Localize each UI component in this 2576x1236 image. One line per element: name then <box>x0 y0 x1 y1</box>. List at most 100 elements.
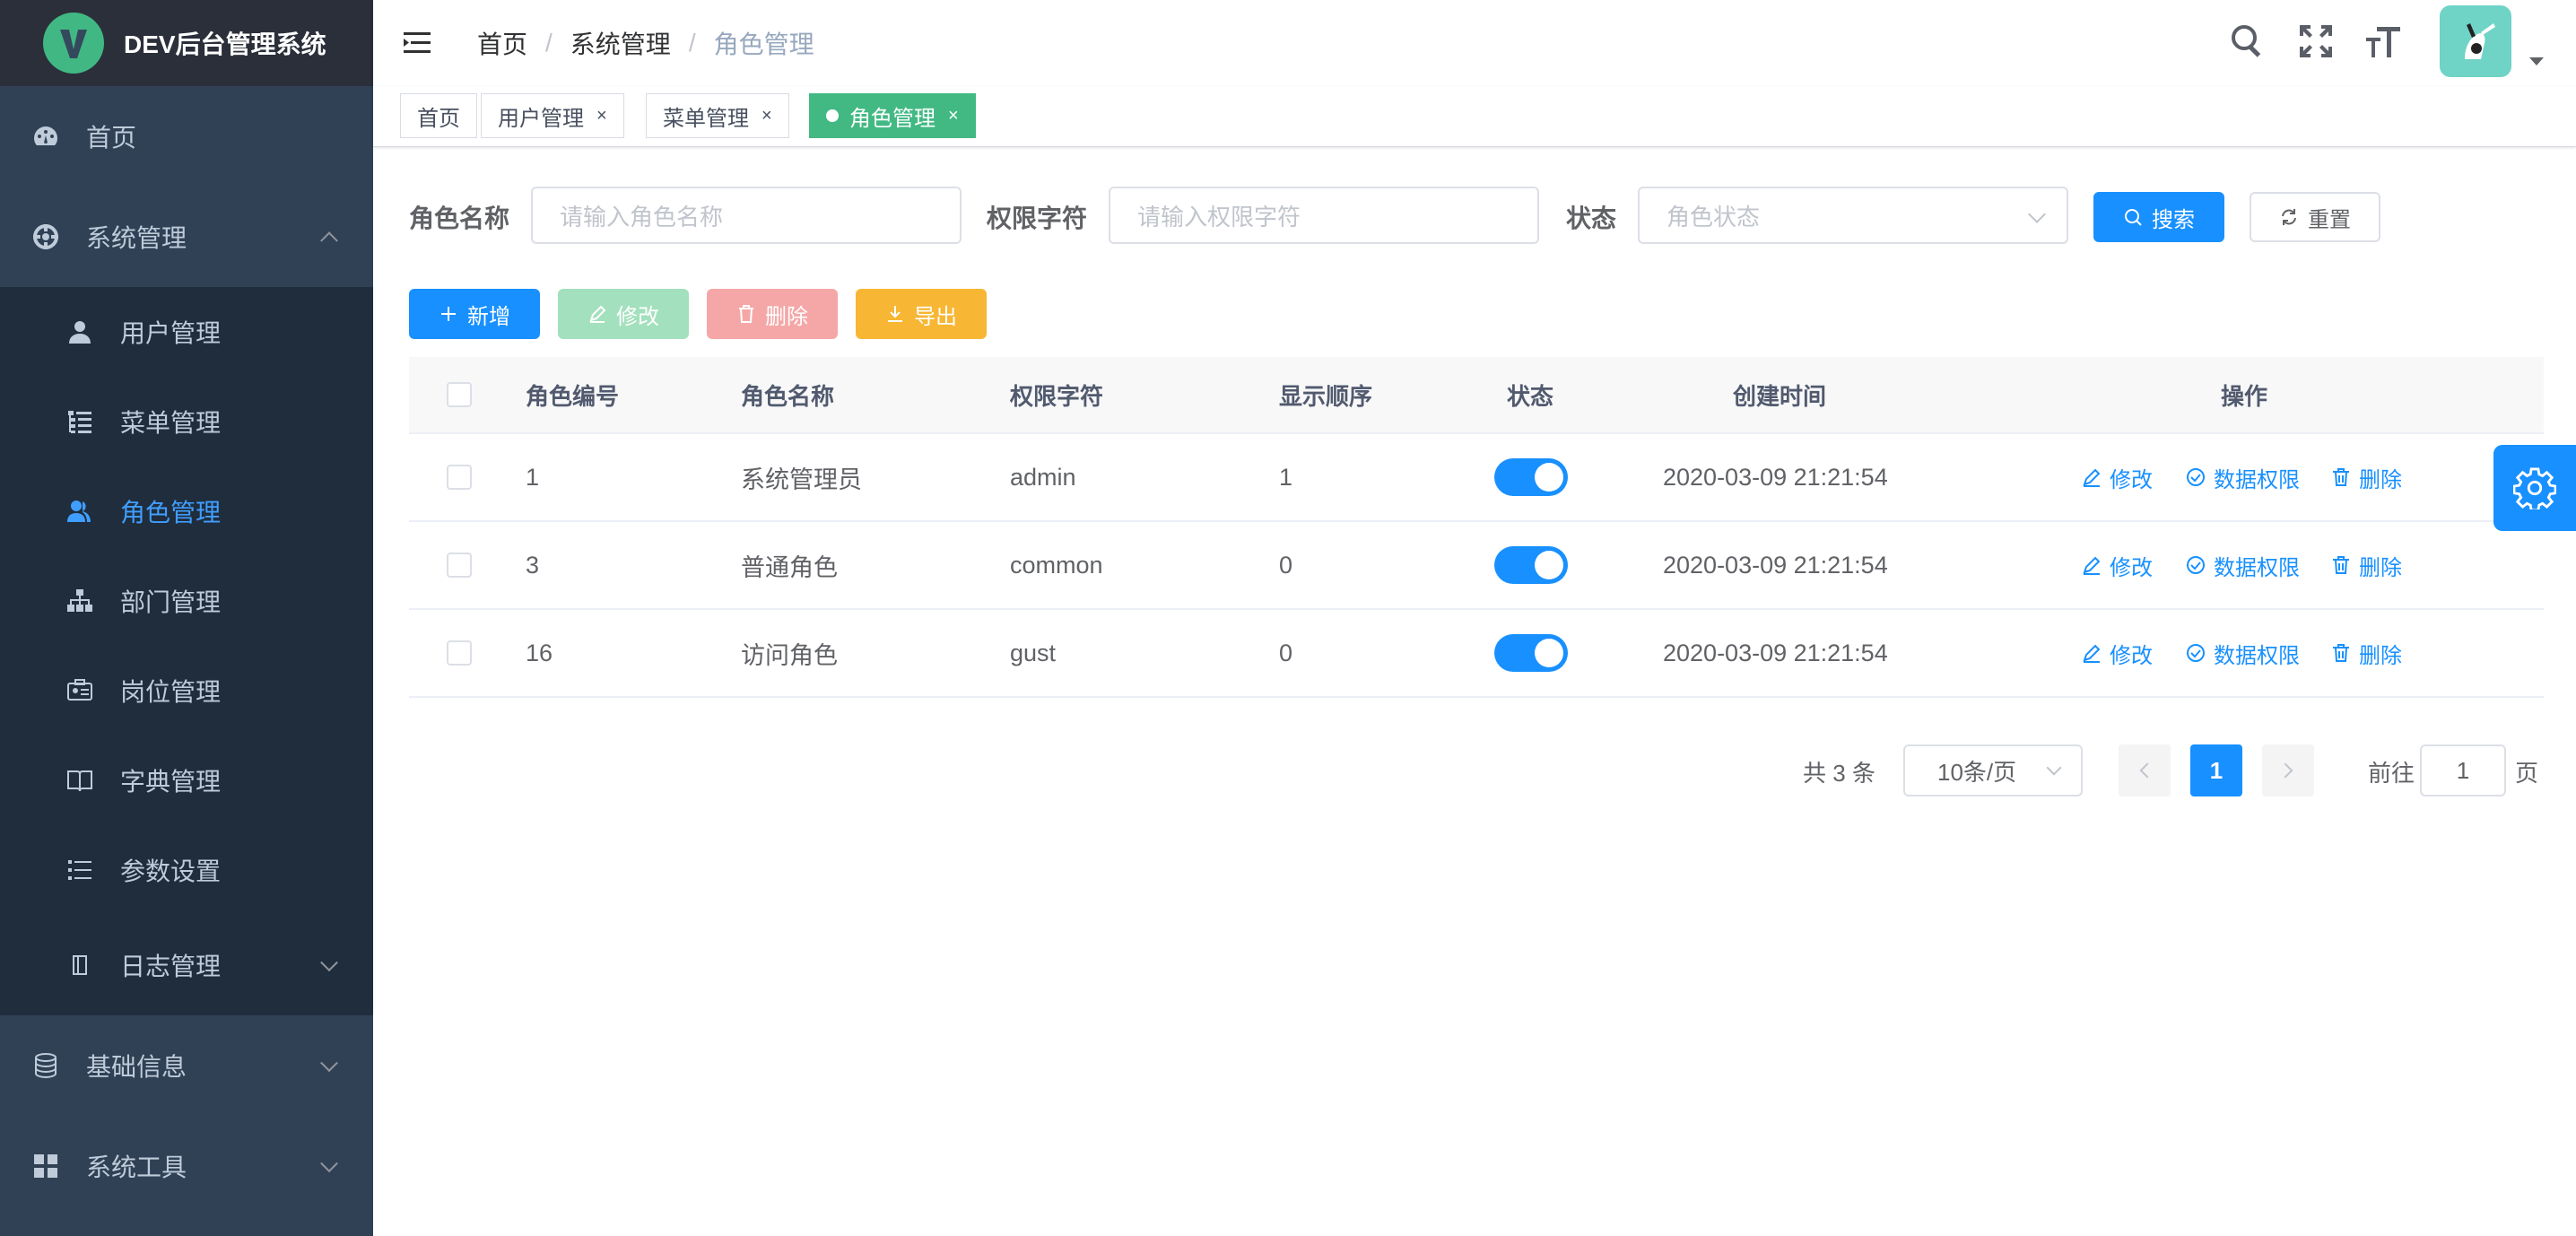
tags-view: 首页 用户管理 × 菜单管理 × 角色管理 × <box>373 86 2576 147</box>
tag-role[interactable]: 角色管理 × <box>809 93 976 138</box>
role-id: 3 <box>526 551 540 579</box>
breadcrumb-separator: / <box>688 29 696 57</box>
plus-icon <box>441 307 456 321</box>
status-switch[interactable] <box>1494 546 1568 584</box>
trash-icon <box>2333 468 2349 486</box>
role-name-label: 角色名称 <box>409 205 510 232</box>
role-key-placeholder: 请输入权限字符 <box>1137 203 1301 231</box>
row-edit-link[interactable]: 修改 <box>2081 550 2153 581</box>
goto-label: 前往 <box>2368 760 2415 787</box>
tag-label: 角色管理 <box>849 106 936 131</box>
created-time: 2020-03-09 21:21:54 <box>1663 639 1888 666</box>
prev-page-button[interactable] <box>2119 744 2171 796</box>
sidebar-item-label: 用户管理 <box>120 319 222 347</box>
sidebar-item-label: 参数设置 <box>120 857 222 885</box>
page-size-select[interactable]: 10条/页 <box>1903 744 2083 796</box>
sidebar-item-home[interactable]: 首页 <box>0 86 373 187</box>
add-button[interactable]: 新增 <box>409 289 540 339</box>
chevron-down-icon <box>2028 205 2046 223</box>
page-number-active[interactable]: 1 <box>2190 744 2242 796</box>
fullscreen-icon[interactable] <box>2296 22 2336 61</box>
next-page-button[interactable] <box>2262 744 2314 796</box>
sidebar-item-user[interactable]: 用户管理 <box>0 287 373 377</box>
sidebar-item-label: 系统管理 <box>86 224 187 252</box>
close-icon[interactable]: × <box>761 106 772 126</box>
status-select[interactable]: 角色状态 <box>1638 187 2068 244</box>
role-name-input[interactable]: 请输入角色名称 <box>531 187 962 244</box>
breadcrumb-home[interactable]: 首页 <box>477 25 527 61</box>
sidebar-item-dept[interactable]: 部门管理 <box>0 556 373 646</box>
row-checkbox[interactable] <box>447 465 472 490</box>
row-data-scope-link[interactable]: 数据权限 <box>2185 638 2300 669</box>
row-data-scope-label: 数据权限 <box>2214 555 2300 580</box>
role-sort: 0 <box>1279 639 1293 666</box>
export-button-label: 导出 <box>914 304 957 329</box>
breadcrumb-system[interactable]: 系统管理 <box>570 25 671 61</box>
sidebar-item-basic-info[interactable]: 基础信息 <box>0 1015 373 1116</box>
export-button[interactable]: 导出 <box>856 289 987 339</box>
sidebar-item-menu[interactable]: 菜单管理 <box>0 377 373 466</box>
row-checkbox[interactable] <box>447 640 472 666</box>
row-checkbox[interactable] <box>447 553 472 578</box>
tag-home[interactable]: 首页 <box>400 93 477 138</box>
close-icon[interactable]: × <box>948 106 959 126</box>
role-sort: 0 <box>1279 551 1293 579</box>
row-delete-link[interactable]: 删除 <box>2330 638 2402 669</box>
hamburger-icon[interactable] <box>402 27 434 59</box>
sidebar-item-label: 日志管理 <box>120 953 222 980</box>
pagination: 共 3 条 10条/页 1 前往 1 页 <box>0 744 2576 798</box>
sidebar-item-post[interactable]: 岗位管理 <box>0 646 373 736</box>
close-icon[interactable]: × <box>596 106 607 126</box>
tag-label: 首页 <box>417 106 460 131</box>
reset-button[interactable]: 重置 <box>2250 192 2380 242</box>
active-dot-icon <box>826 109 839 122</box>
delete-button[interactable]: 删除 <box>707 289 838 339</box>
row-delete-link[interactable]: 删除 <box>2330 550 2402 581</box>
gear-icon <box>2513 467 2556 509</box>
tag-menu[interactable]: 菜单管理 × <box>646 93 789 138</box>
trash-icon <box>739 305 753 323</box>
row-data-scope-link[interactable]: 数据权限 <box>2185 462 2300 493</box>
row-edit-link[interactable]: 修改 <box>2081 462 2153 493</box>
pagination-total: 共 3 条 <box>1803 760 1875 787</box>
row-edit-link[interactable]: 修改 <box>2081 638 2153 669</box>
goto-page-input[interactable]: 1 <box>2420 744 2506 796</box>
edit-button[interactable]: 修改 <box>558 289 689 339</box>
status-switch[interactable] <box>1494 634 1568 672</box>
sidebar-item-log[interactable]: 日志管理 <box>0 915 373 1015</box>
column-header: 创建时间 <box>1733 382 1827 410</box>
logo[interactable]: DEV后台管理系统 <box>0 0 373 86</box>
role-name-placeholder: 请输入角色名称 <box>560 203 724 231</box>
select-all-checkbox[interactable] <box>447 382 472 407</box>
search-icon <box>2125 209 2142 226</box>
role-key-input[interactable]: 请输入权限字符 <box>1109 187 1539 244</box>
org-tree-icon <box>66 588 93 614</box>
sidebar-item-tools[interactable]: 系统工具 <box>0 1116 373 1216</box>
status-switch[interactable] <box>1494 458 1568 496</box>
chevron-down-icon <box>320 953 338 972</box>
sidebar-item-role[interactable]: 角色管理 <box>0 466 373 556</box>
delete-button-label: 删除 <box>765 304 808 329</box>
list-icon <box>66 857 93 883</box>
row-data-scope-link[interactable]: 数据权限 <box>2185 550 2300 581</box>
tag-user[interactable]: 用户管理 × <box>481 93 624 138</box>
circle-check-icon <box>2187 644 2205 662</box>
caret-down-icon[interactable] <box>2529 57 2544 65</box>
sidebar-item-config[interactable]: 参数设置 <box>0 825 373 915</box>
search-icon[interactable] <box>2228 22 2267 61</box>
chevron-down-icon <box>320 1054 338 1073</box>
sidebar-item-label: 岗位管理 <box>120 678 222 706</box>
column-header: 显示顺序 <box>1279 382 1373 410</box>
chevron-right-icon <box>2277 762 2293 779</box>
circle-check-icon <box>2187 468 2205 486</box>
row-delete-label: 删除 <box>2359 467 2402 492</box>
logo-icon <box>43 13 104 74</box>
sidebar-item-system[interactable]: 系统管理 <box>0 187 373 287</box>
row-delete-link[interactable]: 删除 <box>2330 462 2402 493</box>
search-button[interactable]: 搜索 <box>2093 192 2224 242</box>
avatar[interactable] <box>2440 5 2511 77</box>
font-size-icon[interactable] <box>2364 22 2404 61</box>
settings-button[interactable] <box>2493 445 2576 531</box>
role-key-label: 权限字符 <box>987 205 1088 232</box>
page-size-value: 10条/页 <box>1937 758 2017 786</box>
